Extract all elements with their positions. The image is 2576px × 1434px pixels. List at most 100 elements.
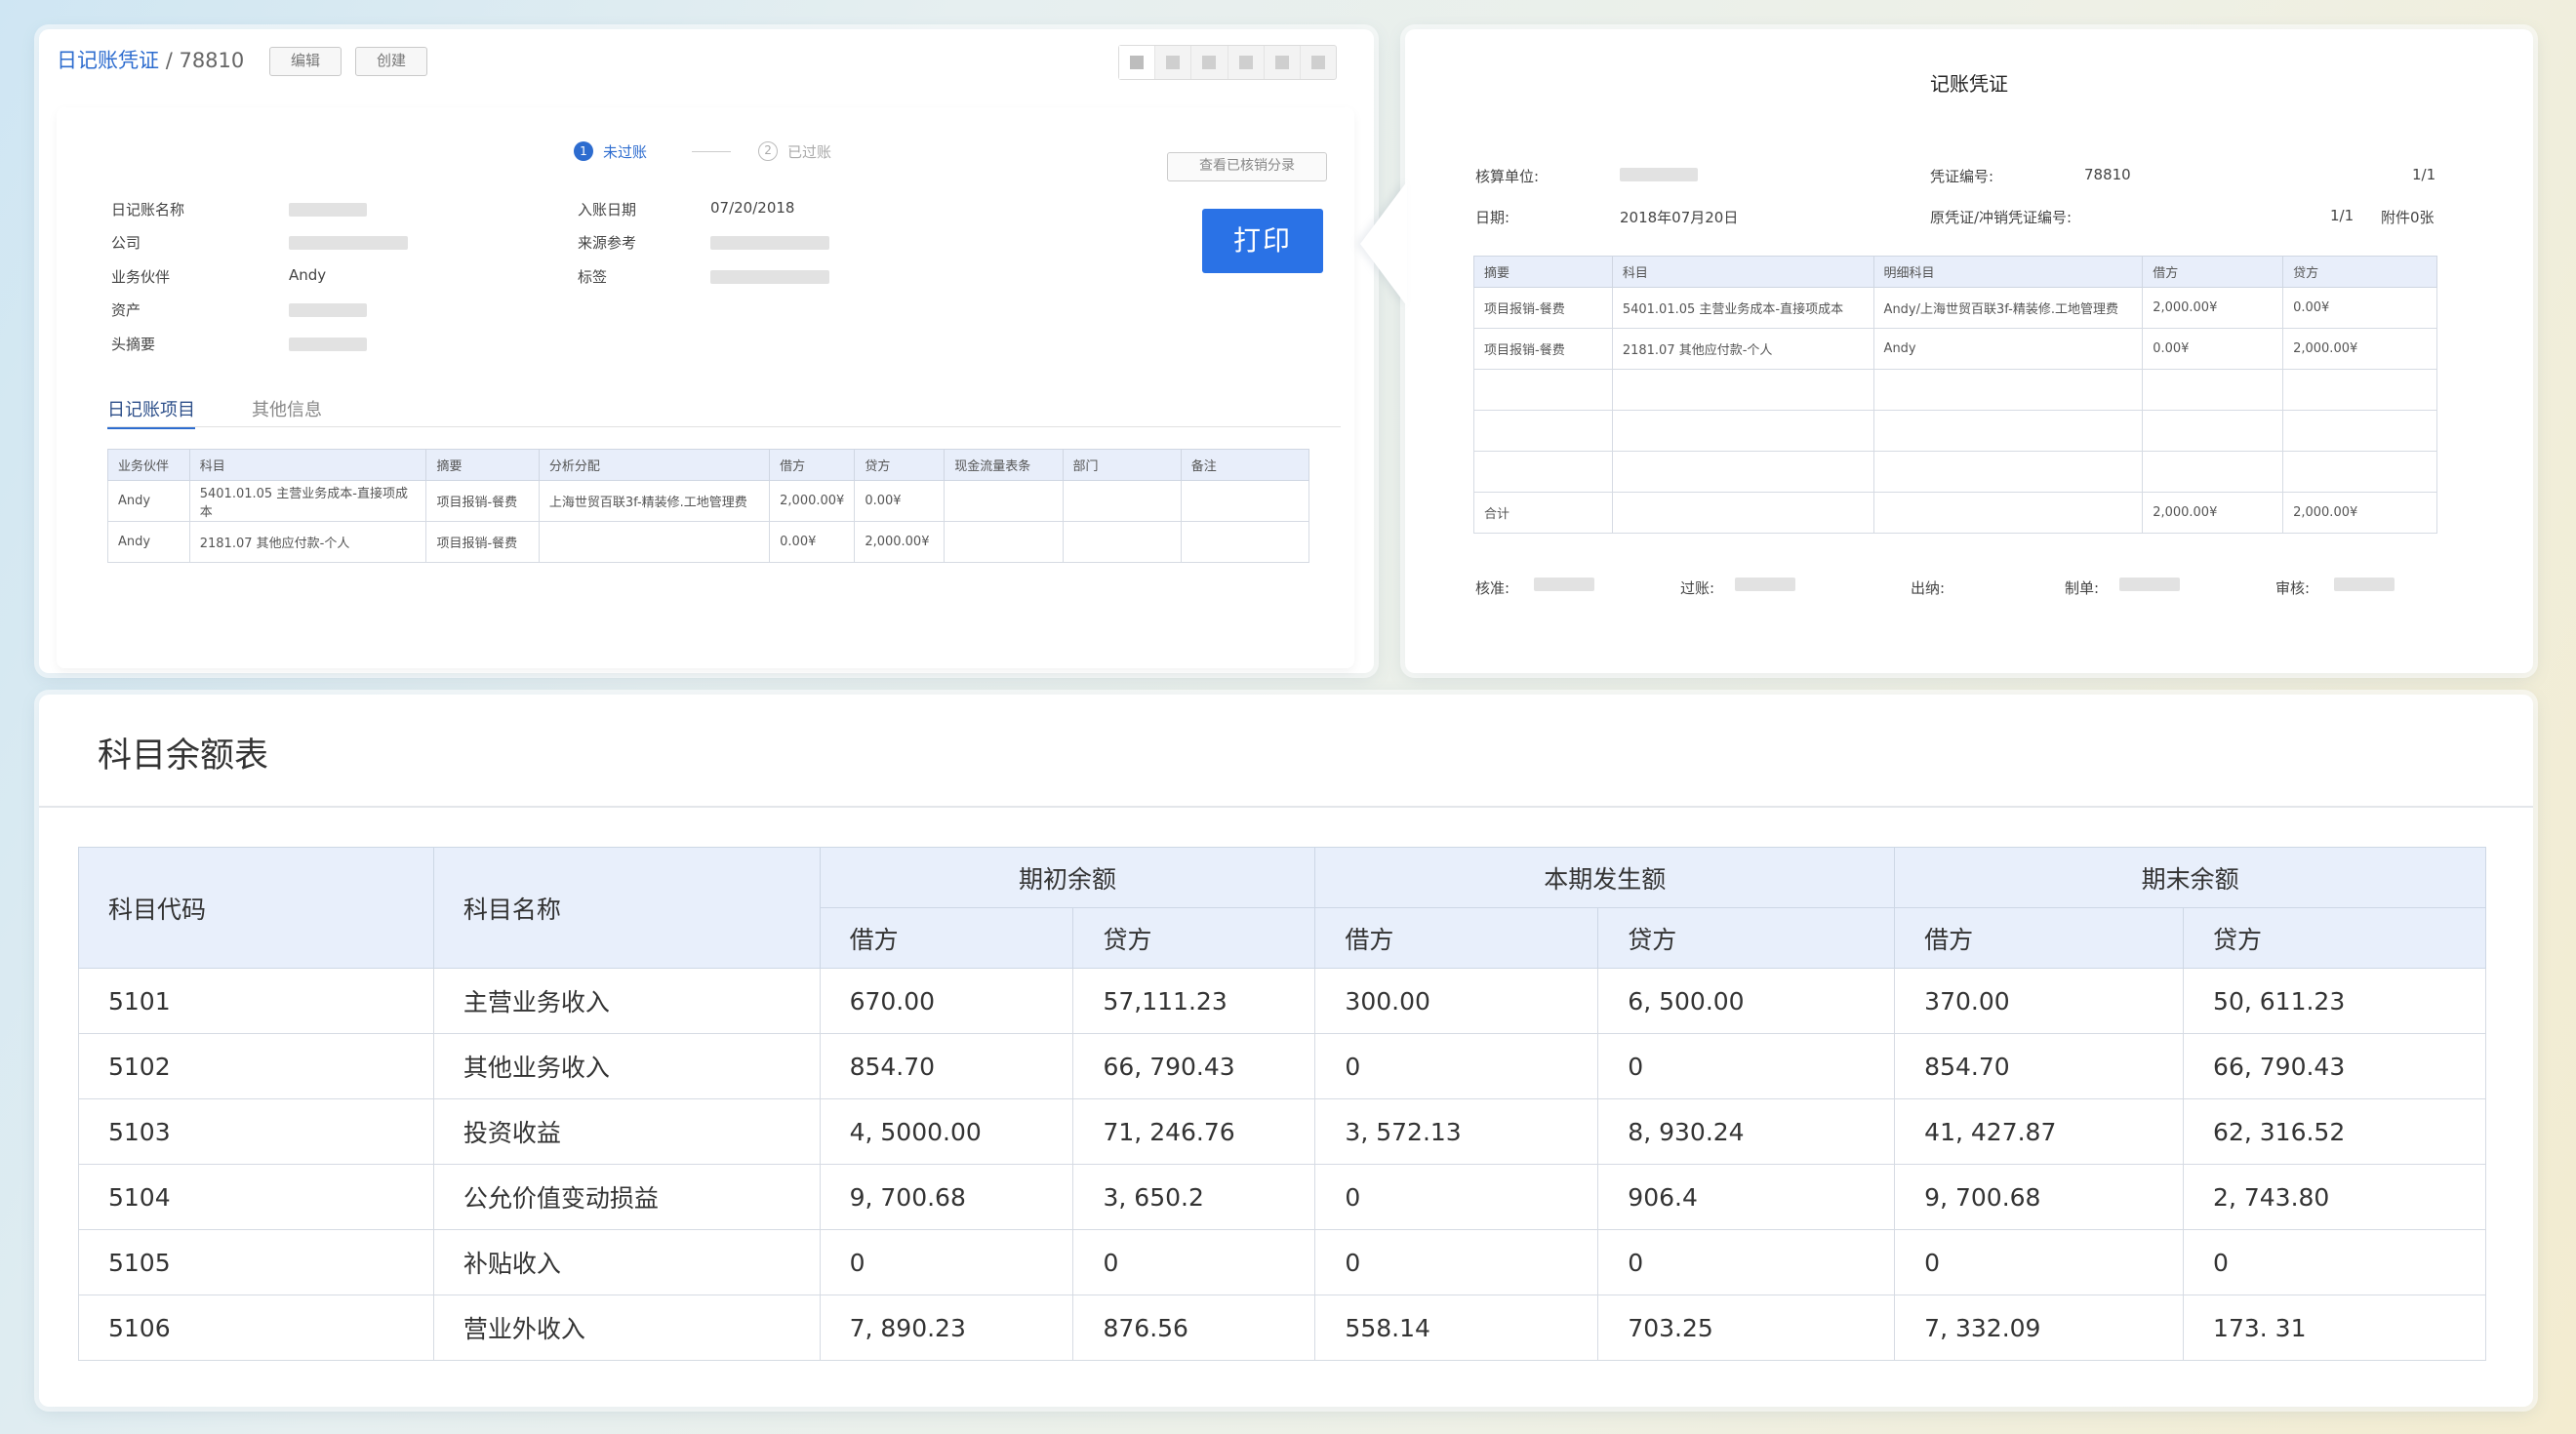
table-row: 项目报销-餐费 5401.01.05 主营业务成本-直接项成本 Andy/上海世… bbox=[1473, 287, 2437, 329]
status-steps: 1 未过账 2 已过账 bbox=[574, 139, 831, 164]
voucher-table: 摘要 科目 明细科目 借方 贷方 项目报销-餐费 5401.01.05 主营业务… bbox=[1473, 256, 2437, 534]
column-header: 贷方 bbox=[2282, 256, 2437, 288]
column-header: 借方 bbox=[769, 449, 856, 481]
source-ref-value bbox=[710, 236, 829, 250]
table-row[interactable]: Andy 2181.07 其他应付款-个人 项目报销-餐费 0.00¥ 2,00… bbox=[107, 521, 1310, 563]
column-header: 科目 bbox=[188, 449, 427, 481]
field-label-journal-name: 日记账名称 bbox=[111, 201, 185, 219]
table-cell: 300.00 bbox=[1314, 968, 1599, 1034]
column-header-credit: 贷方 bbox=[2183, 907, 2486, 969]
table-cell: 0 bbox=[1597, 1033, 1896, 1099]
view-option-2[interactable] bbox=[1155, 46, 1192, 79]
square-icon bbox=[1274, 56, 1289, 69]
table-cell bbox=[2282, 369, 2437, 411]
table-row bbox=[1473, 410, 2437, 452]
breadcrumb-link[interactable]: 日记账凭证 bbox=[57, 49, 159, 72]
table-cell: 5401.01.05 主营业务成本-直接项成本 bbox=[188, 480, 427, 522]
table-cell: 2,000.00¥ bbox=[854, 521, 946, 563]
field-label-tags: 标签 bbox=[578, 268, 608, 286]
table-row[interactable]: 5101 主营业务收入 670.00 57,111.23 300.00 6, 500.00… bbox=[78, 968, 2486, 1034]
table-row[interactable]: 5105 补贴收入 0 0 0 0 0 0 bbox=[78, 1229, 2486, 1295]
edit-button[interactable]: 编辑 bbox=[269, 47, 342, 76]
view-switcher bbox=[1118, 45, 1337, 80]
view-reconciled-button[interactable]: 查看已核销分录 bbox=[1167, 152, 1327, 181]
table-cell bbox=[2142, 451, 2284, 493]
field-label-partner: 业务伙伴 bbox=[111, 268, 171, 286]
table-cell: 7, 890.23 bbox=[819, 1295, 1074, 1361]
table-cell: Andy bbox=[107, 521, 190, 563]
table-cell bbox=[2282, 410, 2437, 452]
unit-value bbox=[1620, 168, 1698, 181]
table-row[interactable]: 5102 其他业务收入 854.70 66, 790.43 0 0 854.70 66, 79… bbox=[78, 1033, 2486, 1099]
cashier-label: 出纳: bbox=[1911, 579, 1946, 597]
table-cell: 2,000.00¥ bbox=[769, 480, 856, 522]
view-option-3[interactable] bbox=[1191, 46, 1228, 79]
table-cell bbox=[538, 521, 771, 563]
journal-tabs: 日记账项目 其他信息 bbox=[107, 392, 1341, 429]
table-cell: 5102 bbox=[78, 1033, 434, 1099]
table-row: 项目报销-餐费 2181.07 其他应付款-个人 Andy 0.00¥ 2,00… bbox=[1473, 328, 2437, 370]
table-row[interactable]: 5104 公允价值变动损益 9, 700.68 3, 650.2 0 906.4 9, 70… bbox=[78, 1164, 2486, 1230]
column-header-debit: 借方 bbox=[1314, 907, 1599, 969]
column-header: 现金流量表条 bbox=[944, 449, 1064, 481]
breadcrumb-current: 78810 bbox=[179, 49, 245, 72]
create-button[interactable]: 创建 bbox=[355, 47, 427, 76]
view-option-5[interactable] bbox=[1265, 46, 1301, 79]
table-cell: 57,111.23 bbox=[1072, 968, 1316, 1034]
table-cell bbox=[1473, 369, 1613, 411]
table-row[interactable]: 5103 投资收益 4, 5000.00 71, 246.76 3, 572.13 8, … bbox=[78, 1098, 2486, 1165]
table-cell: 营业外收入 bbox=[432, 1295, 821, 1361]
table-cell: 8, 930.24 bbox=[1597, 1098, 1896, 1165]
field-label-posting-date: 入账日期 bbox=[578, 201, 637, 219]
callout-arrow bbox=[1360, 181, 1407, 306]
table-cell: 9, 700.68 bbox=[819, 1164, 1074, 1230]
table-row[interactable]: 5106 营业外收入 7, 890.23 876.56 558.14 703.25 7, 3… bbox=[78, 1295, 2486, 1361]
step-1-label: 未过账 bbox=[603, 142, 648, 161]
view-option-6[interactable] bbox=[1301, 46, 1336, 79]
square-icon bbox=[1130, 56, 1145, 69]
table-cell: 5103 bbox=[78, 1098, 434, 1165]
step-connector bbox=[692, 150, 732, 152]
table-cell bbox=[1180, 521, 1310, 563]
column-header: 借方 bbox=[2142, 256, 2284, 288]
tab-other-info[interactable]: 其他信息 bbox=[252, 396, 322, 421]
tab-journal-items[interactable]: 日记账项目 bbox=[107, 396, 195, 429]
table-cell: 0 bbox=[1072, 1229, 1316, 1295]
column-header-debit: 借方 bbox=[819, 907, 1074, 969]
table-cell bbox=[1180, 480, 1310, 522]
print-button[interactable]: 打印 bbox=[1202, 209, 1323, 273]
table-cell: 0 bbox=[1314, 1033, 1599, 1099]
column-header: 摘要 bbox=[425, 449, 540, 481]
table-cell: 2,000.00¥ bbox=[2282, 328, 2437, 370]
table-cell: 9, 700.68 bbox=[1894, 1164, 2185, 1230]
column-header-debit: 借方 bbox=[1894, 907, 2185, 969]
column-header: 部门 bbox=[1062, 449, 1182, 481]
field-label-header-summary: 头摘要 bbox=[111, 336, 156, 353]
step-2-number: 2 bbox=[758, 141, 779, 161]
table-cell: 2, 743.80 bbox=[2183, 1164, 2486, 1230]
column-group-period: 本期发生额 bbox=[1314, 847, 1896, 908]
view-option-1[interactable] bbox=[1119, 46, 1156, 79]
attachments-count: 附件0张 bbox=[2381, 209, 2435, 226]
table-cell: 2,000.00¥ bbox=[2142, 492, 2284, 534]
table-cell: Andy/上海世贸百联3f-精装修.工地管理费 bbox=[1872, 287, 2144, 329]
table-cell: 上海世贸百联3f-精装修.工地管理费 bbox=[538, 480, 771, 522]
divider bbox=[39, 806, 2533, 808]
table-row[interactable]: Andy 5401.01.05 主营业务成本-直接项成本 项目报销-餐费 上海世… bbox=[107, 480, 1310, 522]
view-option-4[interactable] bbox=[1228, 46, 1265, 79]
table-cell: 0.00¥ bbox=[2282, 287, 2437, 329]
table-cell: 6, 500.00 bbox=[1597, 968, 1896, 1034]
table-cell: 项目报销-餐费 bbox=[1473, 328, 1613, 370]
table-cell bbox=[1872, 451, 2144, 493]
column-header: 分析分配 bbox=[538, 449, 771, 481]
column-header: 备注 bbox=[1180, 449, 1310, 481]
column-header: 业务伙伴 bbox=[107, 449, 190, 481]
table-cell: 项目报销-餐费 bbox=[425, 521, 540, 563]
table-cell: 7, 332.09 bbox=[1894, 1295, 2185, 1361]
page-indicator: 1/1 bbox=[2412, 166, 2436, 183]
table-cell: 5401.01.05 主营业务成本-直接项成本 bbox=[1611, 287, 1874, 329]
table-cell bbox=[1062, 480, 1182, 522]
table-cell: 854.70 bbox=[1894, 1033, 2185, 1099]
table-cell bbox=[944, 480, 1064, 522]
table-cell: 0 bbox=[1894, 1229, 2185, 1295]
